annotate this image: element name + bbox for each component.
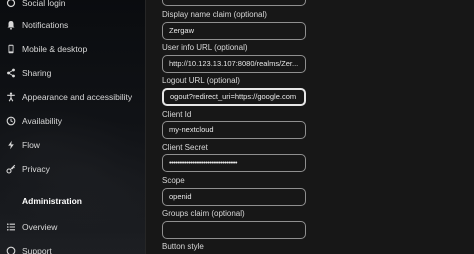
support-icon	[0, 246, 22, 254]
sidebar-item-overview[interactable]: Overview	[0, 216, 146, 238]
scope-input[interactable]: openid	[162, 188, 306, 206]
oidc-provider-form: Display name claim (optional) Zergaw Use…	[146, 0, 474, 254]
sidebar-item-sharing[interactable]: Sharing	[0, 62, 146, 84]
sidebar-section-administration: Administration	[22, 196, 82, 206]
client-id-input[interactable]: my-nextcloud	[162, 121, 306, 139]
sidebar-item-notifications[interactable]: Notifications	[0, 14, 146, 36]
bell-icon	[0, 20, 22, 30]
client-secret-input[interactable]: ••••••••••••••••••••••••••••••••	[162, 154, 306, 172]
sidebar-item-label: Sharing	[22, 68, 52, 78]
groups-claim-input[interactable]	[162, 221, 306, 239]
display-name-claim-input[interactable]: Zergaw	[162, 22, 306, 40]
settings-sidebar: Social login Notifications Mobile & desk…	[0, 0, 146, 254]
sidebar-item-label: Availability	[22, 116, 63, 126]
flow-icon	[0, 140, 22, 150]
social-login-icon	[0, 0, 22, 8]
sidebar-item-privacy[interactable]: Privacy	[0, 158, 146, 180]
sidebar-item-flow[interactable]: Flow	[0, 134, 146, 156]
groups-claim-label: Groups claim (optional)	[162, 209, 245, 218]
scope-label: Scope	[162, 176, 185, 185]
settings-window: Social login Notifications Mobile & desk…	[0, 0, 474, 254]
logout-url-label: Logout URL (optional)	[162, 76, 240, 85]
sidebar-item-availability[interactable]: Availability	[0, 110, 146, 132]
sidebar-item-support[interactable]: Support	[0, 240, 146, 254]
sidebar-item-social-login[interactable]: Social login	[0, 0, 146, 14]
client-secret-label: Client Secret	[162, 143, 208, 152]
accessibility-icon	[0, 92, 22, 102]
sidebar-item-label: Flow	[22, 140, 40, 150]
clock-icon	[0, 116, 22, 126]
key-icon	[0, 164, 22, 174]
user-info-url-input[interactable]: http://10.123.13.107:8080/realms/Zer...	[162, 55, 306, 73]
user-info-url-label: User info URL (optional)	[162, 43, 248, 52]
sidebar-item-label: Overview	[22, 222, 58, 232]
sidebar-item-mobile-desktop[interactable]: Mobile & desktop	[0, 38, 146, 60]
sidebar-item-label: Notifications	[22, 20, 69, 30]
sidebar-item-label: Appearance and accessibility	[22, 92, 133, 102]
sidebar-item-label: Support	[22, 246, 52, 254]
display-name-claim-label: Display name claim (optional)	[162, 10, 267, 19]
previous-field-input[interactable]	[162, 0, 306, 6]
share-icon	[0, 68, 22, 78]
sidebar-item-appearance-accessibility[interactable]: Appearance and accessibility	[0, 86, 146, 108]
button-style-label: Button style	[162, 242, 204, 251]
logout-url-input[interactable]: ogout?redirect_uri=https://google.com	[162, 88, 306, 106]
sidebar-item-label: Mobile & desktop	[22, 44, 88, 54]
mobile-icon	[0, 44, 22, 54]
client-id-label: Client Id	[162, 110, 192, 119]
sidebar-item-label: Privacy	[22, 164, 50, 174]
list-icon	[0, 222, 22, 232]
sidebar-item-label: Social login	[22, 0, 66, 8]
